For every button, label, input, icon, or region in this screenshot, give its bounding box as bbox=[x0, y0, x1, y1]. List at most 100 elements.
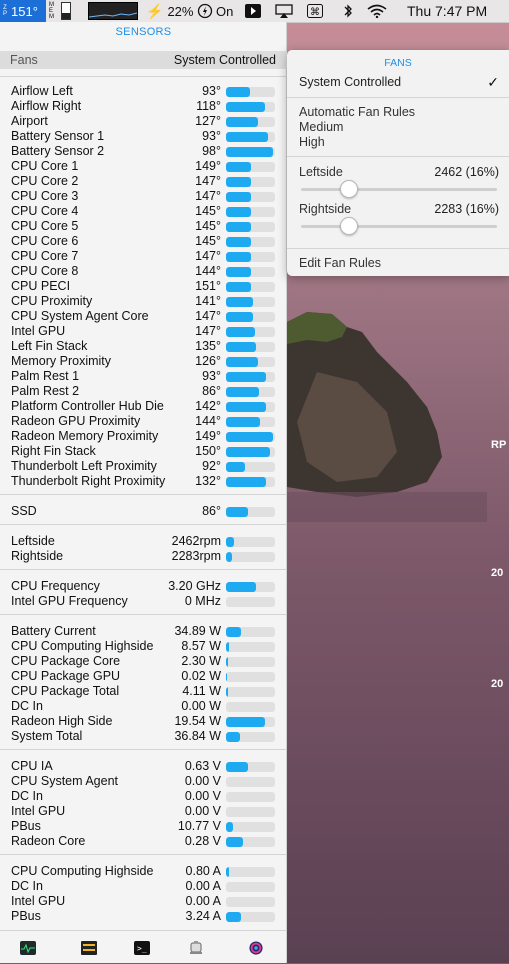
sensor-row[interactable]: Memory Proximity 126° bbox=[0, 354, 287, 369]
leftside-fan-slider[interactable] bbox=[301, 188, 497, 191]
sensor-label: Right Fin Stack bbox=[11, 444, 96, 458]
sensor-row[interactable]: CPU Core 6 145° bbox=[0, 234, 287, 249]
sensor-row[interactable]: DC In 0.00 W bbox=[0, 699, 287, 714]
command-icon[interactable]: ⌘ bbox=[307, 0, 323, 22]
sensor-row[interactable]: CPU IA 0.63 V bbox=[0, 759, 287, 774]
rightside-fan-slider[interactable] bbox=[301, 225, 497, 228]
sensor-value: 36.84 W bbox=[174, 729, 221, 743]
sensor-row[interactable]: CPU Proximity 141° bbox=[0, 294, 287, 309]
sensor-row[interactable]: Palm Rest 1 93° bbox=[0, 369, 287, 384]
console-icon[interactable] bbox=[81, 941, 97, 955]
istat-icon[interactable] bbox=[248, 941, 264, 955]
menu-item-system-controlled[interactable]: System Controlled bbox=[299, 75, 401, 89]
sensor-bar-fill bbox=[226, 912, 241, 922]
terminal-icon[interactable]: >_ bbox=[134, 941, 150, 955]
sensor-label: CPU Core 4 bbox=[11, 204, 79, 218]
menubar-clock[interactable]: Thu 7:47 PM bbox=[407, 0, 487, 22]
sensor-value: 8.57 W bbox=[181, 639, 221, 653]
sensor-bar bbox=[226, 192, 275, 202]
sensor-row[interactable]: Radeon GPU Proximity 144° bbox=[0, 414, 287, 429]
sensor-row[interactable]: CPU Package GPU 0.02 W bbox=[0, 669, 287, 684]
sensor-bar-fill bbox=[226, 552, 232, 562]
sensor-bar-fill bbox=[226, 582, 257, 592]
sensor-row[interactable]: Radeon High Side 19.54 W bbox=[0, 714, 287, 729]
sensor-row[interactable]: CPU Core 3 147° bbox=[0, 189, 287, 204]
sensor-value: 0.00 V bbox=[184, 804, 221, 818]
sensor-row[interactable]: CPU Computing Highside 8.57 W bbox=[0, 639, 287, 654]
sensor-label: Left Fin Stack bbox=[11, 339, 88, 353]
airplay-icon[interactable] bbox=[275, 0, 293, 22]
sensor-row[interactable]: CPU Package Core 2.30 W bbox=[0, 654, 287, 669]
sensor-row[interactable]: DC In 0.00 A bbox=[0, 879, 287, 894]
sensor-row[interactable]: Thunderbolt Right Proximity 132° bbox=[0, 474, 287, 489]
sensor-row[interactable]: CPU Computing Highside 0.80 A bbox=[0, 864, 287, 879]
sensor-row[interactable]: Palm Rest 2 86° bbox=[0, 384, 287, 399]
sensor-label: Battery Current bbox=[11, 624, 96, 638]
sensor-row[interactable]: Left Fin Stack 135° bbox=[0, 339, 287, 354]
sensor-row[interactable]: Radeon Core 0.28 V bbox=[0, 834, 287, 849]
sensor-value: 147° bbox=[195, 309, 221, 323]
sensor-row[interactable]: Airflow Right 118° bbox=[0, 99, 287, 114]
sensor-row[interactable]: Battery Sensor 2 98° bbox=[0, 144, 287, 159]
play-icon[interactable] bbox=[245, 0, 261, 22]
sensor-row[interactable]: CPU PECI 151° bbox=[0, 279, 287, 294]
sensor-row[interactable]: CPU System Agent Core 147° bbox=[0, 309, 287, 324]
sensor-row[interactable]: Platform Controller Hub Die 142° bbox=[0, 399, 287, 414]
sensor-value: 93° bbox=[202, 129, 221, 143]
power-indicator[interactable]: On bbox=[197, 0, 233, 22]
sensor-row[interactable]: CPU Core 7 147° bbox=[0, 249, 287, 264]
sensor-row[interactable]: System Total 36.84 W bbox=[0, 729, 287, 744]
sensor-row[interactable]: CPU Core 1 149° bbox=[0, 159, 287, 174]
sensor-row[interactable]: Battery Current 34.89 W bbox=[0, 624, 287, 639]
sensor-bar bbox=[226, 732, 275, 742]
sensor-label: Airflow Right bbox=[11, 99, 82, 113]
bluetooth-icon[interactable] bbox=[343, 0, 353, 22]
sensor-row[interactable]: Intel GPU Frequency 0 MHz bbox=[0, 594, 287, 609]
sensor-row[interactable]: CPU Core 2 147° bbox=[0, 174, 287, 189]
sensor-value: 2283rpm bbox=[171, 549, 221, 563]
cpu-graph[interactable] bbox=[88, 2, 138, 20]
fans-mode-row[interactable]: Fans System Controlled bbox=[0, 51, 287, 69]
menubar-temperature[interactable]: Z P 151° bbox=[0, 0, 46, 22]
sensor-row[interactable]: Thunderbolt Left Proximity 92° bbox=[0, 459, 287, 474]
sensor-row[interactable]: CPU Package Total 4.11 W bbox=[0, 684, 287, 699]
battery-indicator[interactable]: ⚡ 22% bbox=[146, 0, 193, 22]
sensor-row[interactable]: Rightside 2283rpm bbox=[0, 549, 287, 564]
sensor-label: CPU Computing Highside bbox=[11, 864, 154, 878]
menu-item-automatic-fan-rules[interactable]: Automatic Fan Rules bbox=[299, 105, 415, 119]
menu-item-high[interactable]: High bbox=[299, 135, 325, 149]
sensor-label: CPU IA bbox=[11, 759, 53, 773]
menu-item-edit-fan-rules[interactable]: Edit Fan Rules bbox=[299, 256, 381, 270]
sensor-bar-fill bbox=[226, 867, 229, 877]
sensor-row[interactable]: Airport 127° bbox=[0, 114, 287, 129]
sensor-row[interactable]: PBus 10.77 V bbox=[0, 819, 287, 834]
sensor-row[interactable]: CPU Frequency 3.20 GHz bbox=[0, 579, 287, 594]
rightside-slider-knob[interactable] bbox=[339, 217, 358, 235]
sensor-row[interactable]: Intel GPU 0.00 A bbox=[0, 894, 287, 909]
sensor-row[interactable]: Intel GPU 0.00 V bbox=[0, 804, 287, 819]
sensor-row[interactable]: CPU System Agent 0.00 V bbox=[0, 774, 287, 789]
activity-monitor-icon[interactable] bbox=[20, 941, 36, 955]
sensor-row[interactable]: Airflow Left 93° bbox=[0, 84, 287, 99]
system-info-icon[interactable] bbox=[188, 941, 204, 955]
wifi-icon[interactable] bbox=[367, 0, 387, 22]
sensor-row[interactable]: CPU Core 4 145° bbox=[0, 204, 287, 219]
sensor-row[interactable]: CPU Core 5 145° bbox=[0, 219, 287, 234]
menu-item-medium[interactable]: Medium bbox=[299, 120, 343, 134]
sensor-row[interactable]: Battery Sensor 1 93° bbox=[0, 129, 287, 144]
sensor-value: 0.00 A bbox=[185, 894, 221, 908]
leftside-slider-knob[interactable] bbox=[339, 180, 358, 198]
memory-bar[interactable] bbox=[61, 2, 71, 20]
sensor-bar bbox=[226, 357, 275, 367]
sensor-row[interactable]: DC In 0.00 V bbox=[0, 789, 287, 804]
sensor-bar-fill bbox=[226, 87, 250, 97]
sensor-row[interactable]: CPU Core 8 144° bbox=[0, 264, 287, 279]
sensor-bar bbox=[226, 87, 275, 97]
sensor-row[interactable]: PBus 3.24 A bbox=[0, 909, 287, 924]
sensor-row[interactable]: Intel GPU 147° bbox=[0, 324, 287, 339]
sensor-row[interactable]: Leftside 2462rpm bbox=[0, 534, 287, 549]
sensor-row[interactable]: Radeon Memory Proximity 149° bbox=[0, 429, 287, 444]
sensor-row[interactable]: Right Fin Stack 150° bbox=[0, 444, 287, 459]
sensor-row[interactable]: SSD 86° bbox=[0, 504, 287, 519]
sensor-bar-fill bbox=[226, 537, 234, 547]
